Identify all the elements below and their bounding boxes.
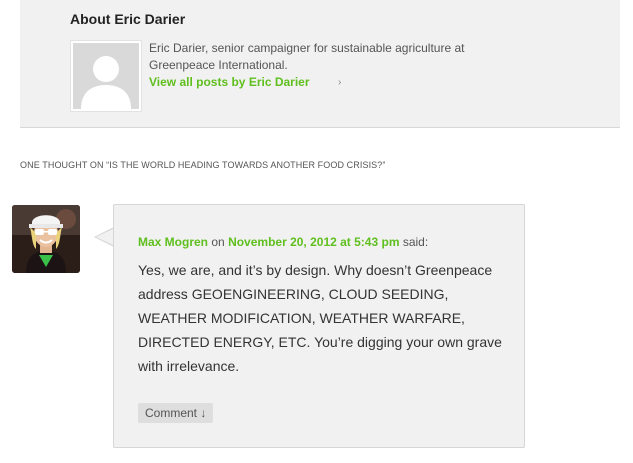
author-box: About Eric Darier Eric Darier, senior ca… <box>20 0 620 128</box>
author-avatar <box>70 40 142 112</box>
comment-on-text: on <box>211 235 225 249</box>
comment-said-text: said: <box>402 235 429 249</box>
comments-title: ONE THOUGHT ON “IS THE WORLD HEADING TOW… <box>20 160 386 170</box>
author-box-title: About Eric Darier <box>70 11 186 27</box>
comment-date-link[interactable]: November 20, 2012 at 5:43 pm <box>228 235 399 249</box>
default-avatar-icon <box>73 43 139 109</box>
comment-reply-button[interactable]: Comment ↓ <box>138 403 214 423</box>
avatar-photo-icon <box>12 205 80 273</box>
author-description: Eric Darier, senior campaigner for susta… <box>149 41 465 72</box>
chevron-right-icon: › <box>338 77 342 88</box>
comment-text: Yes, we are, and it’s by design. Why doe… <box>138 262 502 374</box>
comment-author-link[interactable]: Max Mogren <box>138 235 208 249</box>
commenter-avatar[interactable] <box>12 205 80 273</box>
comment-meta: Max Mogren on November 20, 2012 at 5:43 … <box>138 235 428 249</box>
comment-bubble: Max Mogren on November 20, 2012 at 5:43 … <box>113 204 525 448</box>
view-all-posts-link[interactable]: View all posts by Eric Darier <box>149 75 310 89</box>
